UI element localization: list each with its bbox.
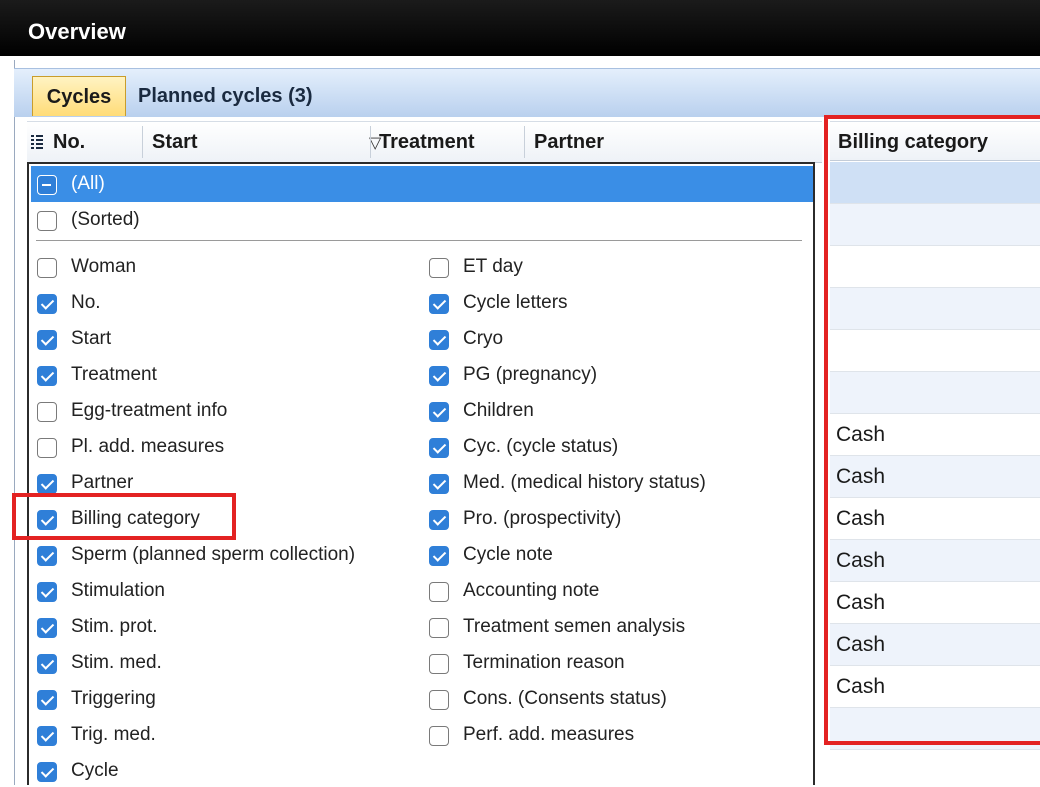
column-option-label: Triggering	[71, 688, 156, 709]
column-option-label: Stim. med.	[71, 652, 162, 673]
column-option-label: Woman	[71, 256, 137, 277]
column-option-label: Egg-treatment info	[71, 400, 228, 421]
column-option-label: Cyc. (cycle status)	[463, 436, 619, 457]
checkbox-stimulation[interactable]	[37, 582, 57, 602]
select-all-checkbox[interactable]	[37, 175, 57, 195]
checkbox-cycle-note[interactable]	[429, 546, 449, 566]
checkbox-trig-med[interactable]	[37, 726, 57, 746]
checkbox-egg-treatment-info[interactable]	[37, 402, 57, 422]
popup-divider	[36, 240, 802, 241]
column-header-treatment[interactable]: Treatment	[379, 122, 475, 162]
column-option-label: Pl. add. measures	[71, 436, 225, 457]
checkbox-cycle[interactable]	[37, 762, 57, 782]
checkbox-children[interactable]	[429, 402, 449, 422]
checkbox-accounting-note[interactable]	[429, 582, 449, 602]
select-all-label: (All)	[71, 173, 105, 194]
checkbox-triggering[interactable]	[37, 690, 57, 710]
column-header-start[interactable]: Start	[152, 122, 198, 162]
column-option-label: Cons. (Consents status)	[463, 688, 667, 709]
tab-cycles[interactable]: Cycles	[32, 76, 126, 116]
column-option-label: ET day	[463, 256, 523, 277]
column-option-label: Pro. (prospectivity)	[463, 508, 622, 529]
window-titlebar: Overview	[0, 0, 1040, 56]
column-chooser-popup: (All) (Sorted) Woman No. Start Treatment Egg…	[27, 162, 815, 785]
checkbox-cons-consents-status[interactable]	[429, 690, 449, 710]
checkbox-treatment[interactable]	[37, 366, 57, 386]
checkbox-sperm-planned-sperm-collection[interactable]	[37, 546, 57, 566]
checkbox-perf-add-measures[interactable]	[429, 726, 449, 746]
checkbox-no[interactable]	[37, 294, 57, 314]
column-option-label: Cycle note	[463, 544, 553, 565]
column-option-label: PG (pregnancy)	[463, 364, 598, 385]
checkbox-med-medical-history-status[interactable]	[429, 474, 449, 494]
column-option-label: Cycle	[71, 760, 119, 781]
checkbox-termination-reason[interactable]	[429, 654, 449, 674]
column-header-partner[interactable]: Partner	[534, 122, 604, 162]
column-option-label: Perf. add. measures	[463, 724, 635, 745]
column-option-label: Children	[463, 400, 534, 421]
column-option-label: Stim. prot.	[71, 616, 158, 637]
column-chooser-icon[interactable]	[31, 135, 43, 149]
column-option-label: No.	[71, 292, 101, 313]
checkbox-start[interactable]	[37, 330, 57, 350]
checkbox-cyc-cycle-status[interactable]	[429, 438, 449, 458]
column-option-label: Accounting note	[463, 580, 600, 601]
column-option-label: Termination reason	[463, 652, 625, 673]
column-option-label: Treatment semen analysis	[463, 616, 686, 637]
checkbox-stim-prot[interactable]	[37, 618, 57, 638]
column-option-label: Start	[71, 328, 112, 349]
sorted-label: (Sorted)	[71, 209, 140, 230]
sorted-checkbox[interactable]	[37, 211, 57, 231]
billing-item-highlight	[12, 493, 236, 540]
select-all-row[interactable]: (All)	[31, 166, 813, 202]
checkbox-pl-add-measures[interactable]	[37, 438, 57, 458]
checkbox-cryo[interactable]	[429, 330, 449, 350]
grid-header: No. Start ▽ Treatment Partner	[27, 121, 822, 163]
checkbox-treatment-semen-analysis[interactable]	[429, 618, 449, 638]
column-option-label: Cryo	[463, 328, 504, 349]
column-option-label: Stimulation	[71, 580, 165, 601]
column-option-label: Trig. med.	[71, 724, 156, 745]
checkbox-stim-med[interactable]	[37, 654, 57, 674]
column-option-label: Treatment	[71, 364, 157, 385]
column-option-label: Med. (medical history status)	[463, 472, 706, 493]
column-option-label: Cycle letters	[463, 292, 568, 313]
checkbox-et-day[interactable]	[429, 258, 449, 278]
checkbox-pg-pregnancy[interactable]	[429, 366, 449, 386]
window-title: Overview	[28, 19, 126, 44]
checkbox-partner[interactable]	[37, 474, 57, 494]
billing-column-highlight	[824, 115, 1040, 745]
tab-planned-cycles[interactable]: Planned cycles (3)	[138, 76, 313, 116]
column-option-label: Sperm (planned sperm collection)	[71, 544, 356, 565]
checkbox-cycle-letters[interactable]	[429, 294, 449, 314]
column-header-no[interactable]: No.	[53, 122, 85, 162]
checkbox-woman[interactable]	[37, 258, 57, 278]
checkbox-pro-prospectivity[interactable]	[429, 510, 449, 530]
